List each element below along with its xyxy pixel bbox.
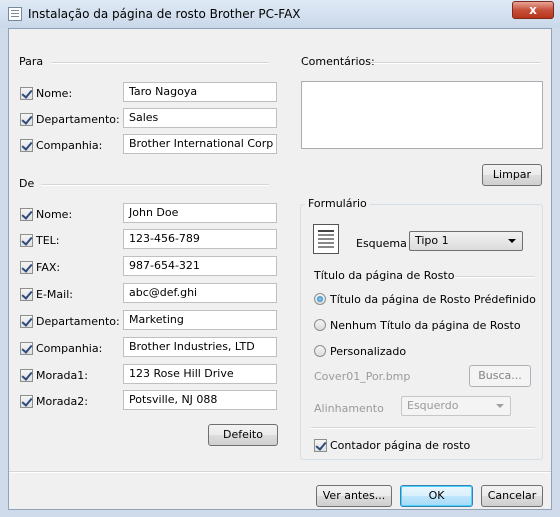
ok-button[interactable]: OK xyxy=(400,485,473,507)
scheme-dropdown-value: Tipo 1 xyxy=(415,234,449,247)
para-nome-checkbox[interactable] xyxy=(20,87,33,100)
para-nome-label: Nome: xyxy=(36,87,73,100)
para-departamento-checkbox[interactable] xyxy=(20,113,33,126)
de-departamento-checkbox[interactable] xyxy=(20,315,33,328)
para-companhia-checkbox[interactable] xyxy=(20,139,33,152)
de-morada2-label: Morada2: xyxy=(36,395,88,408)
de-section-label: De xyxy=(19,177,35,190)
de-tel-checkbox[interactable] xyxy=(20,234,33,247)
de-nome-field[interactable]: John Doe xyxy=(123,203,277,223)
form-group-label: Formulário xyxy=(305,197,370,210)
comments-separator xyxy=(371,62,541,64)
de-departamento-field[interactable]: Marketing xyxy=(123,310,277,330)
app-icon xyxy=(8,7,22,21)
scheme-label: Esquema xyxy=(356,237,407,250)
chevron-down-icon xyxy=(496,404,504,408)
default-button[interactable]: Defeito xyxy=(208,424,278,446)
de-email-field[interactable]: abc@def.ghi xyxy=(123,283,277,303)
cover-counter-checkbox[interactable] xyxy=(314,439,327,452)
alignment-label: Alinhamento xyxy=(314,402,384,415)
de-departamento-label: Departamento: xyxy=(36,315,120,328)
chevron-down-icon xyxy=(508,239,516,243)
cover-page-preview-icon xyxy=(313,224,339,254)
radio-custom[interactable] xyxy=(314,345,326,357)
dialog-window: Instalação da página de rosto Brother PC… xyxy=(0,0,560,517)
de-fax-checkbox[interactable] xyxy=(20,261,33,274)
scheme-dropdown[interactable]: Tipo 1 xyxy=(409,231,523,251)
de-email-checkbox[interactable] xyxy=(20,288,33,301)
para-departamento-field[interactable]: Sales xyxy=(123,108,277,128)
title-bar[interactable]: Instalação da página de rosto Brother PC… xyxy=(0,0,560,28)
radio-custom-label: Personalizado xyxy=(330,345,407,358)
de-companhia-label: Companhia: xyxy=(36,342,103,355)
title-section-label: Título da página de Rosto xyxy=(314,269,455,282)
de-nome-checkbox[interactable] xyxy=(20,208,33,221)
de-morada2-checkbox[interactable] xyxy=(20,395,33,408)
de-tel-field[interactable]: 123-456-789 xyxy=(123,229,277,249)
close-button[interactable]: x xyxy=(512,1,554,19)
comments-textarea[interactable] xyxy=(301,81,543,149)
de-fax-label: FAX: xyxy=(36,261,61,274)
counter-separator xyxy=(311,427,535,429)
radio-predefined-title-label: Título da página de Rosto Prédefinido xyxy=(330,293,536,306)
title-separator xyxy=(455,276,535,278)
para-section-label: Para xyxy=(19,55,44,68)
cover-counter-label: Contador página de rosto xyxy=(330,439,471,452)
window-title: Instalação da página de rosto Brother PC… xyxy=(28,7,301,21)
de-morada1-field[interactable]: 123 Rose Hill Drive xyxy=(123,364,277,384)
radio-no-title[interactable] xyxy=(314,319,326,331)
cancel-button[interactable]: Cancelar xyxy=(481,485,543,507)
browse-button[interactable]: Busca... xyxy=(469,365,531,387)
preview-button[interactable]: Ver antes... xyxy=(316,485,392,507)
de-tel-label: TEL: xyxy=(36,234,60,247)
alignment-dropdown-value: Esquerdo xyxy=(407,399,459,412)
radio-no-title-label: Nenhum Título da página de Rosto xyxy=(330,319,521,332)
radio-predefined-title[interactable] xyxy=(314,293,326,305)
para-nome-field[interactable]: Taro Nagoya xyxy=(123,82,277,102)
de-companhia-checkbox[interactable] xyxy=(20,342,33,355)
para-separator xyxy=(51,62,269,64)
file-name-text: Cover01_Por.bmp xyxy=(314,370,411,383)
de-email-label: E-Mail: xyxy=(36,288,73,301)
dialog-client-area: Para Nome: Taro Nagoya Departamento: Sal… xyxy=(8,28,552,510)
de-nome-label: Nome: xyxy=(36,208,73,221)
de-morada1-label: Morada1: xyxy=(36,369,88,382)
clear-button[interactable]: Limpar xyxy=(482,164,542,186)
de-morada1-checkbox[interactable] xyxy=(20,369,33,382)
footer-separator xyxy=(9,471,551,473)
de-separator xyxy=(41,184,269,186)
de-companhia-field[interactable]: Brother Industries, LTD xyxy=(123,337,277,357)
para-companhia-label: Companhia: xyxy=(36,139,103,152)
alignment-dropdown[interactable]: Esquerdo xyxy=(401,396,511,416)
comments-label: Comentários: xyxy=(301,55,375,68)
para-departamento-label: Departamento: xyxy=(36,113,120,126)
de-fax-field[interactable]: 987-654-321 xyxy=(123,256,277,276)
de-morada2-field[interactable]: Potsville, NJ 088 xyxy=(123,390,277,410)
para-companhia-field[interactable]: Brother International Corp xyxy=(123,134,277,154)
